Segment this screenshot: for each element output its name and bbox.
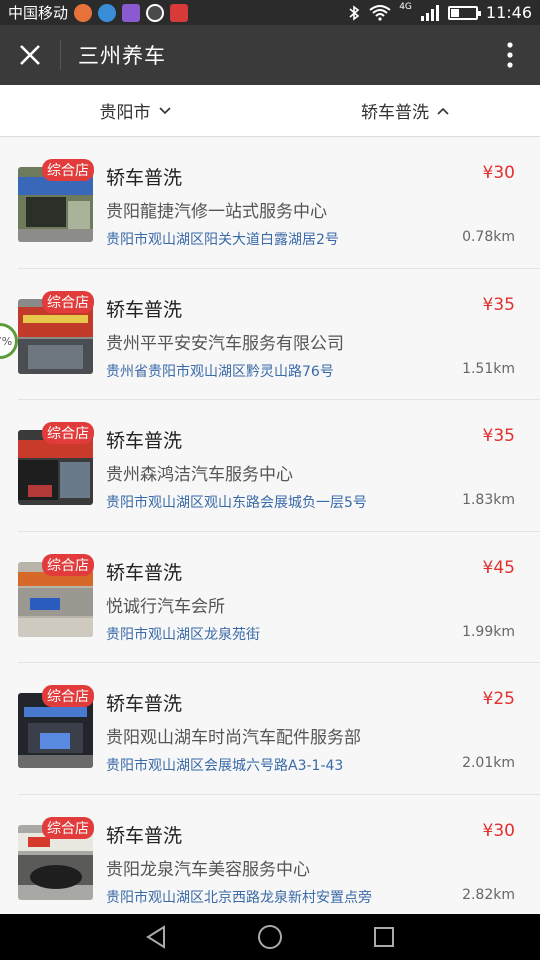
more-vertical-icon (507, 42, 513, 68)
battery-icon (447, 5, 481, 20)
wifi-icon (369, 4, 391, 21)
list-item[interactable]: 综合店 轿车普洗 ¥45 悦诚行汽车会所 贵阳市观山湖区龙泉苑街 1.99km (18, 532, 540, 663)
app-bar: 三州养车 (0, 25, 540, 85)
carrier-label: 中国移动 (8, 4, 69, 22)
appbar-divider (60, 40, 61, 70)
list-item[interactable]: 综合店 轿车普洗 ¥30 贵阳龙泉汽车美容服务中心 贵阳市观山湖区北京西路龙泉新… (18, 795, 540, 927)
shop-name: 贵州森鸿洁汽车服务中心 (106, 465, 293, 485)
shop-address: 贵阳市观山湖区龙泉苑街 (106, 626, 260, 643)
qq-app-icon (98, 3, 117, 22)
close-icon (20, 45, 40, 65)
price: ¥35 (482, 294, 515, 315)
city-filter-label: 贵阳市 (99, 103, 151, 123)
distance: 0.78km (462, 229, 515, 245)
progress-indicator: 77% (0, 323, 18, 359)
shop-name: 贵州平平安安汽车服务有限公司 (106, 333, 344, 354)
camera-app-icon (146, 3, 165, 22)
list-item[interactable]: 综合店 轿车普洗 ¥35 贵州平平安安汽车服务有限公司 贵州省贵阳市观山湖区黔灵… (18, 269, 540, 400)
calendar-app-icon (170, 3, 189, 22)
shop-type-badge: 综合店 (42, 159, 94, 181)
shop-address: 贵阳市观山湖区观山东路会展城负一层5号 (106, 495, 367, 511)
page-title: 三州养车 (78, 44, 166, 68)
service-name: 轿车普洗 (106, 693, 183, 715)
home-icon[interactable] (257, 924, 283, 950)
list-item[interactable]: 综合店 轿车普洗 ¥25 贵阳观山湖车时尚汽车配件服务部 贵阳市观山湖区会展城六… (18, 663, 540, 795)
distance: 1.51km (462, 360, 515, 377)
chrome-app-icon (74, 3, 93, 22)
filter-bar: 贵阳市 轿车普洗 (0, 85, 540, 137)
price: ¥25 (482, 689, 515, 709)
shop-type-badge: 综合店 (42, 553, 94, 576)
chevron-down-icon (158, 106, 171, 114)
service-name: 轿车普洗 (106, 430, 183, 452)
signal-icon (420, 4, 439, 21)
status-bar: 中国移动 4G 11:46 (0, 0, 540, 25)
shop-name: 贵阳龙泉汽车美容服务中心 (106, 859, 310, 880)
shop-name: 贵阳龍捷汽修一站式服务中心 (106, 202, 327, 222)
distance: 1.99km (462, 623, 515, 640)
shop-list: 77% 综合店 轿车普洗 ¥30 贵阳龍捷汽修一站式服务中心 贵阳市观山湖区阳关… (0, 137, 540, 926)
price: ¥45 (482, 557, 515, 578)
shop-name: 贵阳观山湖车时尚汽车配件服务部 (106, 728, 361, 748)
distance: 2.82km (462, 886, 515, 903)
service-filter-label: 轿车普洗 (361, 103, 429, 123)
distance: 2.01km (462, 755, 515, 771)
shop-name: 悦诚行汽车会所 (106, 596, 225, 617)
service-name: 轿车普洗 (106, 298, 183, 321)
clock: 11:46 (485, 3, 532, 22)
service-name: 轿车普洗 (106, 167, 183, 189)
chevron-up-icon (437, 107, 449, 115)
list-item[interactable]: 综合店 轿车普洗 ¥35 贵州森鸿洁汽车服务中心 贵阳市观山湖区观山东路会展城负… (18, 400, 540, 532)
price: ¥35 (482, 426, 515, 446)
shop-type-badge: 综合店 (42, 816, 94, 839)
gallery-app-icon (122, 3, 141, 22)
service-name: 轿车普洗 (106, 824, 183, 847)
shop-address: 贵阳市观山湖区阳关大道白露湖居2号 (106, 232, 339, 248)
recents-icon[interactable] (372, 925, 396, 949)
service-name: 轿车普洗 (106, 561, 183, 584)
shop-type-badge: 综合店 (42, 422, 94, 444)
price: ¥30 (482, 163, 515, 183)
shop-type-badge: 综合店 (42, 685, 94, 707)
network-type-label: 4G (399, 1, 412, 12)
system-nav-bar (0, 914, 540, 960)
close-button[interactable] (0, 25, 60, 85)
shop-address: 贵州省贵阳市观山湖区黔灵山路76号 (106, 363, 334, 380)
bluetooth-icon (349, 4, 360, 21)
service-filter[interactable]: 轿车普洗 (270, 85, 540, 136)
more-button[interactable] (480, 25, 540, 85)
shop-address: 贵阳市观山湖区会展城六号路A3-1-43 (106, 758, 344, 774)
list-item[interactable]: 综合店 轿车普洗 ¥30 贵阳龍捷汽修一站式服务中心 贵阳市观山湖区阳关大道白露… (18, 137, 540, 269)
city-filter[interactable]: 贵阳市 (0, 85, 270, 136)
distance: 1.83km (462, 492, 515, 508)
shop-type-badge: 综合店 (42, 290, 94, 313)
price: ¥30 (482, 820, 515, 841)
back-icon[interactable] (144, 924, 168, 950)
shop-address: 贵阳市观山湖区北京西路龙泉新村安置点旁 (106, 889, 372, 906)
